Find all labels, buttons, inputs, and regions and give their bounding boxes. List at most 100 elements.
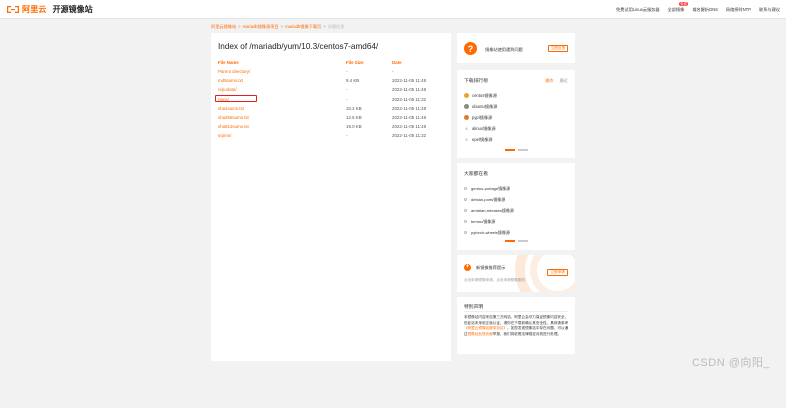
nav-ntp[interactable]: 网络授时NTP <box>726 7 751 13</box>
header-file-size: File Size <box>346 60 364 65</box>
breadcrumb-separator: > <box>238 24 241 29</box>
popular-title: 大家都在看 <box>464 172 488 177</box>
file-size: 10.2 KB <box>346 105 362 111</box>
list-item[interactable]: debian-ports镜像源 <box>464 194 514 205</box>
ranking-item-label: alinux镜像源 <box>472 125 496 131</box>
ranking-item-label: ubuntu镜像源 <box>472 103 498 109</box>
table-row: rpms/ - 2022-11-05 11:32 <box>215 95 443 106</box>
file-link[interactable]: rpms/ <box>218 97 229 102</box>
download-ranking-panel: 下载排行榜 操作 最近 centos镜像源 ubuntu镜像源 pypi镜像源 … <box>457 70 575 158</box>
file-link[interactable]: sha256sums.txt <box>218 115 249 120</box>
table-row: Parent directory/ - - <box>218 69 443 78</box>
apply-button[interactable]: 立即申请 <box>547 269 568 276</box>
list-item[interactable]: ubuntu镜像源 <box>464 101 497 112</box>
ranking-item-label: centos镜像源 <box>472 92 497 98</box>
list-item[interactable]: centos镜像源 <box>464 90 497 101</box>
bullet-icon <box>464 198 467 201</box>
carousel-dot[interactable] <box>518 149 528 151</box>
file-date: 2022-11-05 11:48 <box>392 78 427 84</box>
file-size: 19.0 KB <box>346 124 362 130</box>
file-table: File Name File Size Date Parent director… <box>215 60 443 143</box>
popular-item-label: pytorch-wheels镜像源 <box>471 229 510 235</box>
notice-text: 举报，我们将依照法律规定对其进行处理。 <box>492 331 562 336</box>
file-link[interactable]: Parent directory/ <box>218 69 250 74</box>
file-link[interactable]: sha1sums.txt <box>218 106 244 111</box>
site-logo[interactable]: 阿里云 开源镜像站 <box>6 4 93 15</box>
bullet-icon <box>464 209 467 212</box>
popular-item-label: armbian-releases镜像源 <box>471 207 514 213</box>
ranking-title: 下载排行榜 <box>464 79 488 84</box>
carousel-dot[interactable] <box>518 240 528 242</box>
file-link[interactable]: sha512sums.txt <box>218 124 249 129</box>
table-header: File Name File Size Date <box>218 60 443 69</box>
feedback-button[interactable]: 立即反馈 <box>548 45 568 52</box>
file-date: - <box>392 69 394 74</box>
free-badge: 免费 <box>679 2 688 6</box>
ranking-item-label: epel镜像源 <box>472 136 493 142</box>
file-date: 2022-11-05 11:48 <box>392 114 427 120</box>
aliyun-logo-icon <box>6 5 20 14</box>
top-header: 阿里云 开源镜像站 免费试用Linux云服务器 全部镜像 域名解析DNS 网络授… <box>0 0 786 19</box>
new-mirror-title: 新镜像推荐提示 <box>476 265 506 270</box>
ranking-list: centos镜像源 ubuntu镜像源 pypi镜像源 4 alinux镜像源 … <box>464 90 497 145</box>
list-item[interactable]: 5 epel镜像源 <box>464 134 497 145</box>
feedback-page-link[interactable]: 镜像站反馈页面 <box>468 332 493 336</box>
notice-body: 本镜像站内容来自第三方网站，阿里云会尽力保证镜像内容安全，但此站未采用正版认证。… <box>464 315 570 337</box>
file-size: 12.6 KB <box>346 114 362 120</box>
popular-list: gentoo-portage镜像源 debian-ports镜像源 armbia… <box>464 183 514 238</box>
ranking-tabs: 操作 最近 <box>545 78 568 84</box>
top-nav: 免费试用Linux云服务器 全部镜像 域名解析DNS 网络授时NTP 联系与建议 <box>616 7 780 13</box>
alinux-icon: 4 <box>465 126 468 131</box>
centos-icon <box>464 93 469 98</box>
breadcrumb-download[interactable]: mariadb镜像下载页 <box>285 24 321 30</box>
service-agreement-link[interactable]: 《阿里云镜像站服务协议》 <box>464 326 507 330</box>
file-size: - <box>346 96 348 102</box>
table-row: md5sums.txt 9.4 KB 2022-11-05 11:48 <box>218 78 443 87</box>
nav-all-mirrors[interactable]: 全部镜像 <box>668 7 685 13</box>
list-item[interactable]: gentoo-portage镜像源 <box>464 183 514 194</box>
list-item[interactable]: 4 alinux镜像源 <box>464 123 497 134</box>
nav-free-trial[interactable]: 免费试用Linux云服务器 <box>616 7 660 13</box>
feedback-promo-panel: ? 镜像站使用遇到问题 立即反馈 <box>457 33 575 63</box>
list-item[interactable]: pytorch-wheels镜像源 <box>464 227 514 238</box>
file-date: 2022-11-05 11:32 <box>392 96 427 102</box>
file-link[interactable]: srpms/ <box>218 133 231 138</box>
epel-icon: 5 <box>465 137 468 142</box>
breadcrumb-current: 详情信息 <box>327 24 345 29</box>
breadcrumb-home[interactable]: 阿里云镜像站 <box>211 24 236 30</box>
file-date: 2022-11-05 11:48 <box>392 124 427 130</box>
file-size: - <box>346 69 348 74</box>
file-size: 9.4 KB <box>346 78 360 84</box>
popular-item-label: debian-ports镜像源 <box>471 196 506 202</box>
list-item[interactable]: armbian-releases镜像源 <box>464 205 514 216</box>
plus-icon: + <box>464 264 471 271</box>
tab-operation[interactable]: 操作 <box>545 78 553 84</box>
bullet-icon <box>464 231 467 234</box>
file-link[interactable]: repodata/ <box>218 87 237 92</box>
special-notice-panel: 特别声明 本镜像站内容来自第三方网站，阿里云会尽力保证镜像内容安全，但此站未采用… <box>457 297 575 354</box>
list-item[interactable]: termux镜像源 <box>464 216 514 227</box>
file-size: - <box>346 133 348 139</box>
nav-contact[interactable]: 联系与建议 <box>759 7 780 13</box>
popular-panel: 大家都在看 gentoo-portage镜像源 debian-ports镜像源 … <box>457 163 575 250</box>
table-row: sha256sums.txt 12.6 KB 2022-11-05 11:48 <box>218 115 443 124</box>
breadcrumb-separator: > <box>323 24 326 29</box>
table-row: sha512sums.txt 19.0 KB 2022-11-05 11:48 <box>218 124 443 133</box>
list-item[interactable]: pypi镜像源 <box>464 112 497 123</box>
tab-recent[interactable]: 最近 <box>560 78 568 84</box>
site-title: 开源镜像站 <box>52 5 93 14</box>
carousel-dots <box>505 149 529 151</box>
carousel-dot-active[interactable] <box>505 240 515 242</box>
carousel-dot-active[interactable] <box>505 149 515 151</box>
breadcrumb: 阿里云镜像站 > mariadb镜像源项目 > mariadb镜像下载页 > 详… <box>211 24 344 30</box>
table-row: sha1sums.txt 10.2 KB 2022-11-05 11:48 <box>218 106 443 115</box>
carousel-dots <box>505 240 529 242</box>
nav-dns[interactable]: 域名解析DNS <box>692 7 718 13</box>
breadcrumb-project[interactable]: mariadb镜像源项目 <box>243 24 279 30</box>
ubuntu-icon <box>464 104 469 109</box>
header-date: Date <box>392 60 402 65</box>
file-link[interactable]: md5sums.txt <box>218 78 243 83</box>
notice-title: 特别声明 <box>464 305 484 310</box>
pypi-icon <box>464 115 469 120</box>
file-size: - <box>346 87 348 93</box>
